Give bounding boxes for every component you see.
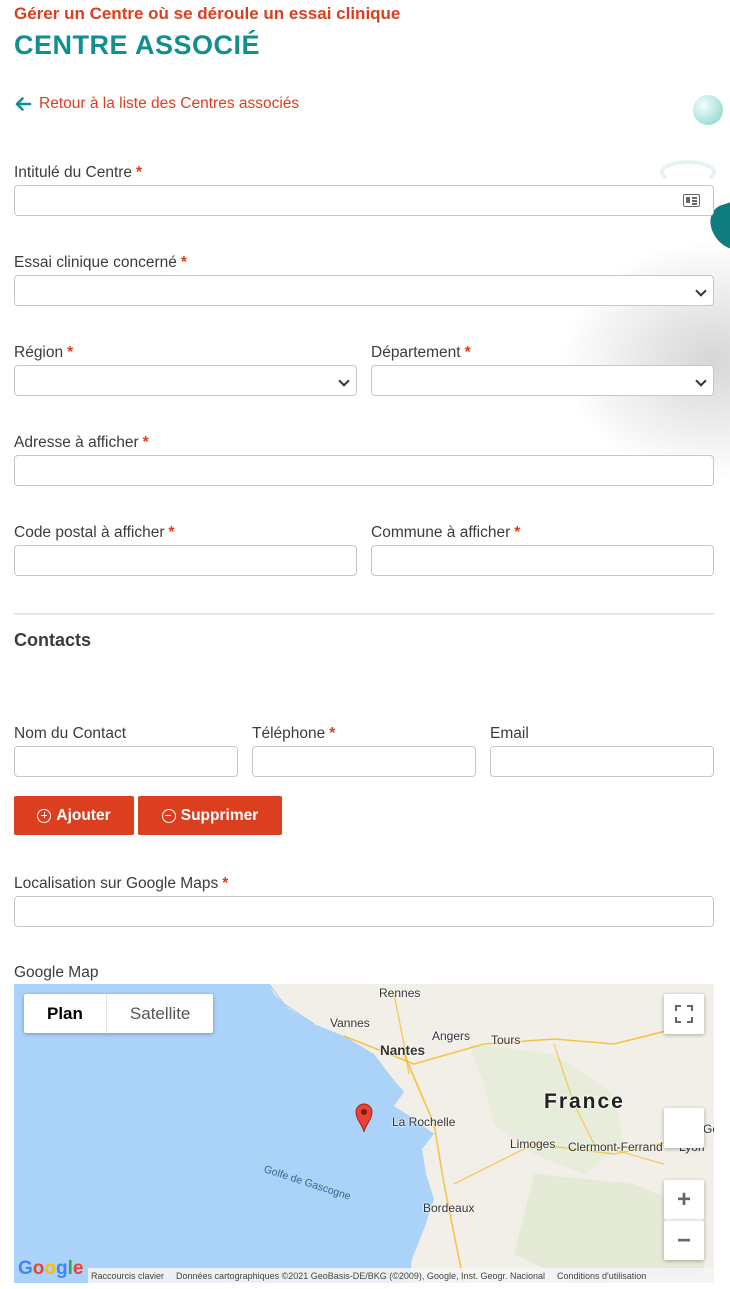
city-label: Bordeaux — [423, 1201, 475, 1215]
adresse-field-group: Adresse à afficher * — [14, 434, 714, 486]
city-label: Nantes — [380, 1043, 426, 1058]
code-postal-field-group: Code postal à afficher * — [14, 524, 357, 576]
back-link-label: Retour à la liste des Centres associés — [39, 95, 300, 112]
plus-circle-icon — [37, 808, 52, 823]
keyboard-shortcuts-link[interactable]: Raccourcis clavier — [91, 1271, 164, 1281]
departement-select[interactable] — [371, 365, 714, 396]
code-postal-input[interactable] — [14, 545, 357, 576]
departement-field-group: Département * — [371, 344, 714, 396]
add-contact-button[interactable]: Ajouter — [14, 796, 134, 835]
minus-circle-icon — [161, 808, 176, 823]
localisation-label: Localisation sur Google Maps * — [14, 875, 229, 892]
contact-name-input[interactable] — [14, 746, 238, 777]
street-view-control[interactable] — [664, 1108, 704, 1148]
intitule-field-group: Intitulé du Centre * — [14, 164, 714, 216]
city-label: Tours — [491, 1033, 521, 1047]
localisation-input[interactable] — [14, 896, 714, 927]
contact-card-icon — [683, 194, 700, 207]
departement-label: Département * — [371, 344, 471, 361]
region-label: Région * — [14, 344, 74, 361]
email-field-group: Email — [490, 725, 714, 777]
email-label: Email — [490, 725, 529, 742]
plus-icon: + — [676, 1186, 691, 1213]
map-type-satellite-button[interactable]: Satellite — [107, 994, 213, 1033]
page-subtitle: Gérer un Centre où se déroule un essai c… — [14, 4, 401, 23]
contact-name-label: Nom du Contact — [14, 725, 126, 742]
adresse-input[interactable] — [14, 455, 714, 486]
fullscreen-icon — [675, 1005, 693, 1023]
telephone-label: Téléphone * — [252, 725, 336, 742]
section-divider — [14, 613, 714, 615]
map-attribution: Données cartographiques ©2021 GeoBasis-D… — [176, 1270, 545, 1281]
telephone-field-group: Téléphone * — [252, 725, 476, 777]
email-input[interactable] — [490, 746, 714, 777]
region-select[interactable] — [14, 365, 357, 396]
decorative-ball — [693, 95, 723, 125]
city-label: Limoges — [510, 1137, 556, 1151]
country-label: France — [544, 1090, 625, 1113]
city-label: La Rochelle — [392, 1115, 456, 1129]
region-field-group: Région * — [14, 344, 357, 396]
fullscreen-button[interactable] — [664, 994, 704, 1034]
arrow-left-icon — [15, 97, 32, 111]
google-map-label: Google Map — [14, 964, 99, 981]
page-title: CENTRE ASSOCIÉ — [14, 30, 261, 60]
essai-label: Essai clinique concerné * — [14, 254, 187, 271]
remove-contact-button[interactable]: Supprimer — [138, 796, 282, 835]
commune-input[interactable] — [371, 545, 714, 576]
localisation-field-group: Localisation sur Google Maps * — [14, 875, 714, 927]
contact-name-field-group: Nom du Contact — [14, 725, 238, 777]
google-map[interactable]: Plan Satellite Rennes Vannes Angers Tour… — [14, 984, 714, 1283]
city-label: Clermont-Ferrand — [568, 1140, 663, 1154]
google-logo: Google — [18, 1258, 84, 1279]
city-label: Angers — [432, 1029, 471, 1043]
commune-field-group: Commune à afficher * — [371, 524, 714, 576]
commune-label: Commune à afficher * — [371, 524, 521, 541]
adresse-label: Adresse à afficher * — [14, 434, 149, 451]
map-footer: Raccourcis clavier Données cartographiqu… — [88, 1268, 714, 1283]
map-marker-icon[interactable] — [355, 1103, 373, 1133]
add-button-label: Ajouter — [56, 806, 111, 824]
zoom-out-button[interactable]: − — [664, 1220, 704, 1260]
contacts-section-title: Contacts — [14, 630, 92, 650]
map-type-control: Plan Satellite — [24, 994, 214, 1033]
code-postal-label: Code postal à afficher * — [14, 524, 175, 541]
city-label: Vannes — [330, 1016, 370, 1030]
telephone-input[interactable] — [252, 746, 476, 777]
zoom-in-button[interactable]: + — [664, 1180, 704, 1220]
intitule-label: Intitulé du Centre * — [14, 164, 143, 181]
map-type-plan-button[interactable]: Plan — [24, 994, 107, 1033]
city-label: Ge — [703, 1122, 714, 1136]
essai-select[interactable] — [14, 275, 714, 306]
terms-link[interactable]: Conditions d'utilisation — [557, 1271, 646, 1281]
intitule-input[interactable] — [14, 185, 714, 216]
back-to-list-link[interactable]: Retour à la liste des Centres associés — [14, 95, 299, 113]
essai-field-group: Essai clinique concerné * — [14, 254, 714, 306]
city-label: Rennes — [379, 986, 421, 1000]
remove-button-label: Supprimer — [180, 806, 259, 824]
minus-icon: − — [676, 1226, 691, 1254]
